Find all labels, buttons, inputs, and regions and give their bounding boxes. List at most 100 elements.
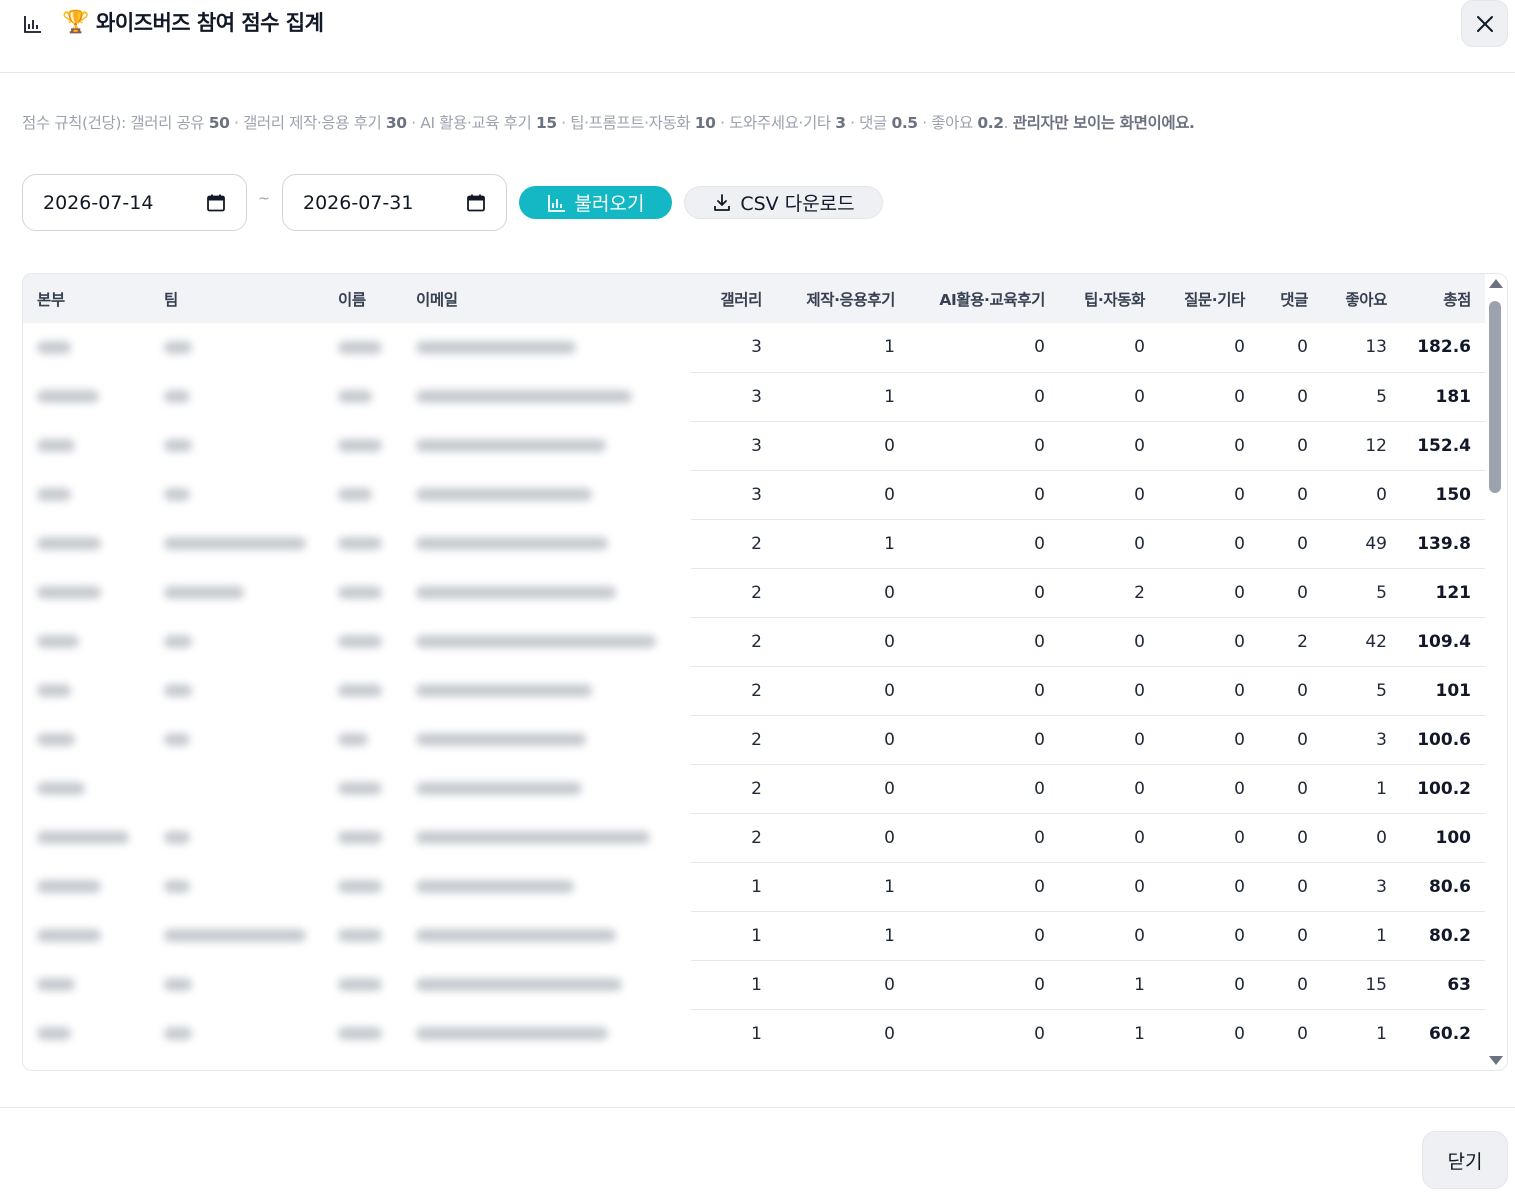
cell-comments: 0 bbox=[1297, 337, 1308, 358]
rule-value: 3 bbox=[835, 114, 846, 132]
cell-ai-review: 0 bbox=[909, 763, 1059, 813]
cell-division-redacted bbox=[23, 568, 150, 617]
cell-comments: 0 bbox=[1259, 812, 1322, 862]
cell-name-redacted bbox=[324, 715, 402, 764]
rule-value: 50 bbox=[208, 114, 230, 132]
col-header-name[interactable]: 이름 bbox=[324, 274, 402, 323]
cell-email-redacted bbox=[402, 1009, 691, 1058]
rules-suffix: . bbox=[1003, 114, 1013, 132]
cell-name-redacted bbox=[324, 813, 402, 862]
date-from-value: 2026-07-14 bbox=[43, 191, 154, 214]
scroll-up-arrow[interactable] bbox=[1489, 279, 1503, 288]
cell-ai-review: 0 bbox=[909, 616, 1059, 666]
col-header-review[interactable]: 제작·응용후기 bbox=[776, 274, 909, 323]
cell-review: 1 bbox=[776, 910, 909, 960]
cell-division-redacted bbox=[23, 666, 150, 715]
redacted-text bbox=[37, 978, 75, 991]
table-row: 3 1 0 0 0 0 5 181 bbox=[23, 371, 1485, 421]
cell-ai-review: 0 bbox=[909, 959, 1059, 1009]
cell-tips: 2 bbox=[1059, 567, 1159, 617]
col-header-division[interactable]: 본부 bbox=[23, 274, 150, 323]
cell-total: 80.2 bbox=[1401, 910, 1485, 960]
redacted-text bbox=[416, 831, 650, 844]
col-header-email[interactable]: 이메일 bbox=[402, 274, 691, 323]
load-button[interactable]: 불러오기 bbox=[519, 186, 672, 219]
cell-team-redacted bbox=[150, 470, 324, 519]
cell-name-redacted bbox=[324, 470, 402, 519]
col-header-tips[interactable]: 팁·자동화 bbox=[1059, 274, 1159, 323]
redacted-text bbox=[338, 733, 368, 746]
rule-label: 갤러리 공유 bbox=[130, 114, 209, 132]
cell-likes: 13 bbox=[1365, 337, 1387, 358]
cell-name-redacted bbox=[324, 617, 402, 666]
cell-team-redacted bbox=[150, 372, 324, 421]
cell-review: 0 bbox=[776, 616, 909, 666]
scroll-down-arrow[interactable] bbox=[1489, 1056, 1503, 1065]
cell-tips: 0 bbox=[1134, 337, 1145, 358]
redacted-text bbox=[338, 978, 382, 991]
cell-team-redacted bbox=[150, 323, 324, 372]
cell-ai-review: 0 bbox=[909, 910, 1059, 960]
cell-questions: 0 bbox=[1159, 959, 1259, 1009]
table-row: 2 0 0 2 0 0 5 121 bbox=[23, 567, 1485, 617]
col-header-team[interactable]: 팀 bbox=[150, 274, 324, 323]
col-header-gallery[interactable]: 갤러리 bbox=[691, 274, 776, 323]
cell-gallery: 2 bbox=[691, 518, 776, 568]
rule-value: 15 bbox=[535, 114, 557, 132]
cell-gallery: 1 bbox=[691, 861, 776, 911]
col-header-total[interactable]: 총점 bbox=[1401, 274, 1485, 323]
close-footer-button[interactable]: 닫기 bbox=[1422, 1131, 1508, 1189]
cell-team-redacted bbox=[150, 715, 324, 764]
cell-total: 63 bbox=[1401, 959, 1485, 1009]
redacted-text bbox=[37, 684, 71, 697]
csv-button-label: CSV 다운로드 bbox=[740, 193, 855, 215]
cell-review: 0 bbox=[776, 959, 909, 1009]
cell-team-redacted bbox=[150, 421, 324, 470]
date-to-input[interactable]: 2026-07-31 bbox=[282, 174, 507, 231]
cell-team-redacted bbox=[150, 666, 324, 715]
rules-prefix: 점수 규칙(건당): bbox=[22, 114, 131, 132]
calendar-icon[interactable] bbox=[466, 193, 486, 213]
redacted-text bbox=[338, 341, 382, 354]
col-header-questions[interactable]: 질문·기타 bbox=[1159, 274, 1259, 323]
redacted-text bbox=[37, 537, 101, 550]
cell-team-redacted bbox=[150, 617, 324, 666]
cell-ai-review: 0 bbox=[1034, 337, 1045, 358]
trophy-icon: 🏆 bbox=[62, 10, 90, 35]
csv-download-button[interactable]: CSV 다운로드 bbox=[684, 186, 883, 219]
cell-questions: 0 bbox=[1159, 567, 1259, 617]
rule-label: · 댓글 bbox=[845, 114, 892, 132]
date-from-input[interactable]: 2026-07-14 bbox=[22, 174, 247, 231]
cell-likes: 5 bbox=[1322, 567, 1401, 617]
cell-tips: 1 bbox=[1059, 1008, 1159, 1058]
cell-likes: 42 bbox=[1322, 616, 1401, 666]
close-button[interactable] bbox=[1461, 0, 1508, 47]
cell-total: 100.2 bbox=[1401, 763, 1485, 813]
cell-division-redacted bbox=[23, 323, 150, 372]
col-header-comments[interactable]: 댓글 bbox=[1259, 274, 1322, 323]
col-header-ai-review[interactable]: AI활용·교육후기 bbox=[909, 274, 1059, 323]
cell-division-redacted bbox=[23, 764, 150, 813]
redacted-text bbox=[338, 390, 372, 403]
cell-gallery: 2 bbox=[691, 812, 776, 862]
cell-division-redacted bbox=[23, 519, 150, 568]
redacted-text bbox=[37, 733, 75, 746]
cell-review: 0 bbox=[776, 567, 909, 617]
redacted-text bbox=[37, 635, 79, 648]
cell-comments: 0 bbox=[1259, 371, 1322, 421]
table-scrollbar[interactable] bbox=[1486, 276, 1506, 1068]
col-header-likes[interactable]: 좋아요 bbox=[1322, 274, 1401, 323]
cell-division-redacted bbox=[23, 911, 150, 960]
calendar-icon[interactable] bbox=[206, 193, 226, 213]
bar-chart-icon bbox=[547, 194, 565, 212]
cell-tips: 0 bbox=[1059, 371, 1159, 421]
scrollbar-thumb[interactable] bbox=[1489, 301, 1501, 493]
cell-review: 0 bbox=[776, 665, 909, 715]
cell-tips: 0 bbox=[1059, 861, 1159, 911]
cell-comments: 0 bbox=[1259, 469, 1322, 519]
cell-team-redacted bbox=[150, 568, 324, 617]
redacted-text bbox=[338, 439, 382, 452]
cell-comments: 0 bbox=[1259, 861, 1322, 911]
redacted-text bbox=[416, 1027, 608, 1040]
cell-likes: 49 bbox=[1322, 518, 1401, 568]
